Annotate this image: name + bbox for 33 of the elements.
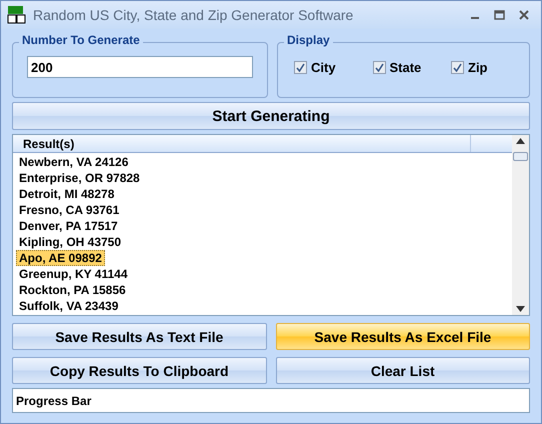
start-generating-button[interactable]: Start Generating xyxy=(12,102,530,130)
number-field[interactable]: 200 xyxy=(27,56,253,78)
close-icon[interactable] xyxy=(519,10,529,20)
result-item[interactable]: Rockton, PA 15856 xyxy=(16,282,129,298)
result-item[interactable]: Denver, PA 17517 xyxy=(16,218,121,234)
result-item[interactable]: Greenup, KY 41144 xyxy=(16,266,131,282)
result-item[interactable]: Detroit, MI 48278 xyxy=(16,186,118,202)
app-icon xyxy=(7,5,27,25)
result-item[interactable]: Suffolk, VA 23439 xyxy=(16,298,122,314)
action-button[interactable]: Clear List xyxy=(276,357,530,384)
scroll-thumb[interactable] xyxy=(513,152,528,160)
checkbox[interactable] xyxy=(294,60,307,74)
checkbox-option[interactable]: State xyxy=(372,60,434,74)
progress-label: Progress Bar xyxy=(16,394,92,408)
action-button[interactable]: Save Results As Excel File xyxy=(276,323,530,350)
group-label: Display xyxy=(284,33,333,47)
action-button[interactable]: Save Results As Text File xyxy=(12,323,266,350)
up-arrow-icon[interactable] xyxy=(516,138,525,144)
action-button[interactable]: Copy Results To Clipboard xyxy=(12,357,266,384)
maximize-icon[interactable] xyxy=(494,10,505,20)
result-item[interactable]: Kipling, OH 43750 xyxy=(16,234,124,250)
result-item[interactable]: Enterprise, OR 97828 xyxy=(16,170,143,186)
window-title: Random US City, State and Zip Generator Software xyxy=(33,7,354,23)
result-item[interactable]: Newbern, VA 24126 xyxy=(16,154,132,170)
checkbox-option[interactable]: Zip xyxy=(451,60,513,74)
result-item[interactable]: Apo, AE 09892 xyxy=(16,250,105,266)
result-item[interactable]: Fresno, CA 93761 xyxy=(16,202,122,218)
checkbox-option[interactable]: City xyxy=(294,60,356,74)
scrollbar[interactable] xyxy=(512,135,529,315)
checkbox[interactable] xyxy=(372,60,386,74)
checkbox[interactable] xyxy=(451,60,464,74)
group-label: Number To Generate xyxy=(19,33,143,47)
down-arrow-icon[interactable] xyxy=(516,306,525,312)
